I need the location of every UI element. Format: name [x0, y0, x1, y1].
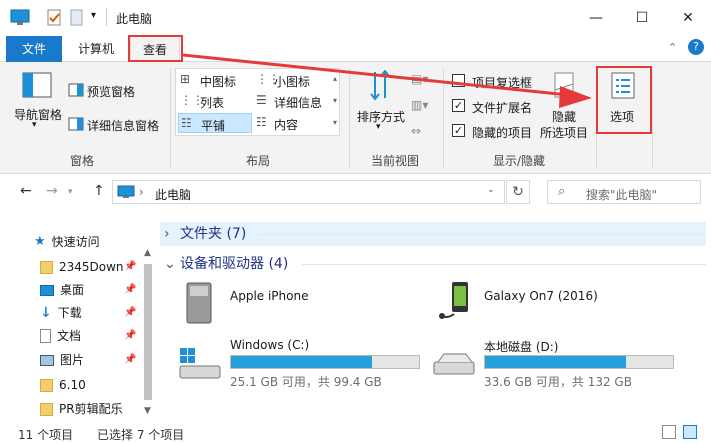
section-divider [302, 264, 706, 265]
forward-button[interactable]: → [46, 183, 58, 199]
nav-item-pictures[interactable]: 图片 [40, 349, 84, 371]
breadcrumb-this-pc[interactable]: 此电脑 [155, 186, 191, 203]
nav-quick-access[interactable]: ★ 快速访问 [34, 231, 100, 253]
back-button[interactable]: ← [20, 183, 32, 199]
nav-item-downloads[interactable]: ↓ 下载 [40, 302, 82, 324]
nav-item-documents[interactable]: 文档 [40, 325, 81, 347]
up-button[interactable]: ↑ [93, 183, 105, 199]
drive-local-d[interactable]: 本地磁盘 (D:) 33.6 GB 可用，共 132 GB [430, 334, 690, 390]
nav-item-desktop[interactable]: 桌面 [40, 279, 84, 301]
drive-usage-fill [231, 356, 372, 368]
pictures-icon [40, 354, 54, 366]
drive-usage-fill [485, 356, 626, 368]
drive-usage-bar [230, 355, 420, 369]
nav-item-label: 图片 [60, 353, 85, 367]
scroll-thumb[interactable] [144, 264, 152, 400]
nav-item-label: 2345Down [59, 260, 124, 274]
breadcrumb-chevron-icon: › [139, 185, 144, 199]
device-name: Apple iPhone [230, 289, 309, 303]
local-disk-icon [433, 353, 475, 375]
nav-item-label: 桌面 [60, 283, 85, 297]
nav-item-label: 6.10 [59, 378, 86, 392]
folder-icon [40, 378, 53, 392]
nav-item-pr-music[interactable]: PR剪辑配乐 [40, 398, 123, 420]
drive-info: 25.1 GB 可用，共 99.4 GB [230, 375, 382, 389]
pin-icon[interactable]: 📌 [124, 354, 136, 365]
device-apple-iphone[interactable]: Apple iPhone [176, 280, 416, 330]
recent-locations-icon[interactable]: ▾ [68, 187, 73, 197]
this-pc-icon [117, 185, 135, 198]
nav-item-label: PR剪辑配乐 [59, 402, 123, 416]
selected-count: 已选择 7 个项目 [97, 428, 185, 442]
folder-icon [40, 402, 53, 416]
drive-info: 33.6 GB 可用，共 132 GB [484, 375, 632, 389]
nav-pane: ★ 快速访问 2345Down 📌 桌面 📌 ↓ 下载 📌 文档 📌 图片 📌 … [0, 215, 157, 420]
details-view-icon[interactable] [662, 425, 676, 439]
pin-icon[interactable]: 📌 [124, 261, 136, 272]
address-bar[interactable]: › 此电脑 ⌄ [112, 180, 505, 204]
star-icon: ★ [34, 234, 46, 249]
address-row: ← → ▾ ↑ › 此电脑 ⌄ ↻ ⌕ 搜索"此电脑" [0, 175, 711, 209]
folders-header-label: 文件夹 (7) [180, 226, 247, 242]
nav-item-2345down[interactable]: 2345Down [40, 256, 124, 278]
portable-device-icon [186, 282, 212, 324]
pin-icon[interactable]: 📌 [124, 307, 136, 318]
phone-icon [439, 282, 468, 319]
drive-usage-bar [484, 355, 674, 369]
folder-icon [40, 260, 53, 274]
quick-access-label: 快速访问 [51, 235, 100, 249]
search-box[interactable]: ⌕ 搜索"此电脑" [547, 180, 701, 204]
scroll-down-icon[interactable]: ▼ [144, 406, 151, 416]
devices-header-label: 设备和驱动器 (4) [180, 256, 289, 272]
device-galaxy-on7[interactable]: Galaxy On7 (2016) [430, 280, 690, 330]
pin-icon[interactable]: 📌 [124, 284, 136, 295]
section-divider [258, 234, 706, 235]
drive-windows-c[interactable]: Windows (C:) 25.1 GB 可用，共 99.4 GB [176, 334, 426, 390]
refresh-button[interactable]: ↻ [506, 180, 530, 204]
nav-item-6-10[interactable]: 6.10 [40, 374, 86, 396]
windows-drive-icon [179, 348, 221, 379]
documents-icon [40, 329, 51, 343]
nav-item-label: 文档 [57, 329, 82, 343]
drive-name: 本地磁盘 (D:) [484, 340, 559, 354]
tiles-view-icon[interactable] [683, 425, 697, 439]
collapse-chevron-icon: ⌄ [164, 256, 176, 272]
expand-chevron-icon: › [164, 226, 170, 242]
nav-item-label: 下载 [57, 306, 82, 320]
download-icon: ↓ [40, 305, 52, 321]
nav-scrollbar[interactable]: ▲ ▼ [140, 248, 156, 420]
desktop-icon [40, 284, 54, 296]
search-placeholder: 搜索"此电脑" [586, 188, 658, 202]
scroll-up-icon[interactable]: ▲ [144, 248, 151, 258]
device-name: Galaxy On7 (2016) [484, 289, 598, 303]
drive-name: Windows (C:) [230, 338, 310, 352]
address-dropdown-icon[interactable]: ⌄ [487, 185, 495, 195]
search-icon: ⌕ [558, 184, 566, 199]
status-bar: 11 个项目 已选择 7 个项目 [0, 422, 711, 444]
pin-icon[interactable]: 📌 [124, 330, 136, 341]
item-count: 11 个项目 [18, 428, 74, 442]
